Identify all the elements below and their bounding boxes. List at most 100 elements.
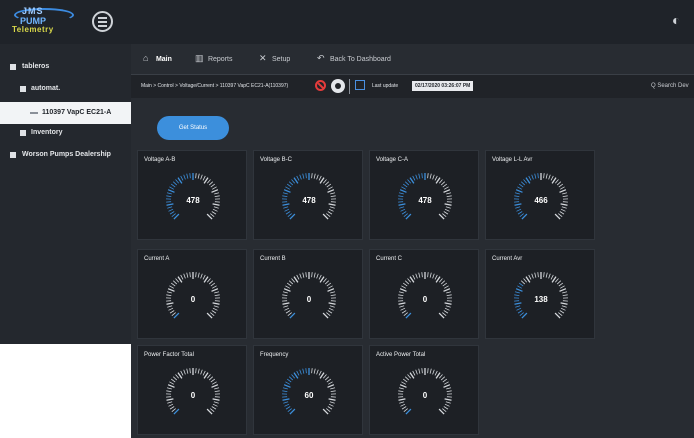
- gauge-tick: [210, 213, 215, 218]
- gauge-tick: [326, 408, 331, 413]
- gauge-value: 138: [534, 295, 548, 304]
- gauge-tick: [326, 378, 332, 383]
- gauge-tick: [329, 401, 335, 404]
- nav-reports[interactable]: ▥ Reports: [195, 53, 232, 64]
- gauge-tick: [211, 211, 217, 215]
- hamburger-icon[interactable]: [92, 11, 113, 32]
- gauge-tick: [443, 211, 449, 215]
- nav-setup[interactable]: ✕ Setup: [259, 53, 290, 64]
- gauge-tick: [169, 310, 175, 314]
- gauge-tick: [293, 372, 299, 379]
- gauge-tick: [282, 291, 288, 294]
- nav-back-label: Back To Dashboard: [329, 56, 391, 63]
- gauge-tick: [324, 376, 330, 381]
- gauge-tick: [305, 173, 307, 179]
- edit-icon[interactable]: [355, 80, 365, 90]
- gauge-tick: [202, 274, 206, 280]
- gauge-tick: [560, 208, 566, 212]
- gauge-tick: [214, 291, 220, 294]
- toggle-icon[interactable]: ◐: [672, 12, 690, 30]
- gauge-tick: [214, 390, 220, 392]
- gauge-title: Voltage B-C: [260, 157, 293, 163]
- gauge-value: 60: [305, 391, 314, 400]
- gauge-tick: [438, 278, 443, 283]
- gauge-tick: [537, 272, 539, 278]
- gauge-tick: [285, 381, 290, 385]
- gauge-tick: [328, 186, 333, 190]
- gauge-tick: [319, 177, 325, 184]
- gauge-tick: [444, 307, 450, 311]
- gauge-tick: [183, 369, 186, 375]
- gauge-dial: 466: [513, 173, 569, 220]
- nav-back-to-dashboard[interactable]: ↶ Back To Dashboard: [317, 53, 391, 64]
- gauge-tick: [558, 312, 563, 317]
- gauge-tick: [213, 206, 219, 209]
- gauge-tick: [166, 291, 172, 294]
- sidebar-item-automat[interactable]: automat.: [0, 78, 131, 100]
- gauge-tick: [401, 186, 406, 190]
- gauge-tick: [398, 390, 404, 392]
- gauge-tick: [435, 177, 441, 184]
- gauge-tick: [446, 387, 452, 390]
- gauge-value: 0: [191, 295, 196, 304]
- sidebar-item-worson-pumps[interactable]: Worson Pumps Dealership: [0, 144, 131, 166]
- gauge-tick: [412, 370, 416, 376]
- gauge-tick: [551, 276, 557, 283]
- gauge-tick: [328, 208, 334, 212]
- gauge-tick: [311, 173, 313, 179]
- gear-icon[interactable]: [331, 79, 345, 93]
- gauge-card: Current C 0: [369, 249, 479, 339]
- nav-main[interactable]: ⌂ Main: [143, 53, 172, 63]
- gauge-title: Current C: [376, 256, 403, 262]
- gauge-dial: 478: [281, 173, 337, 220]
- gauge-tick: [283, 206, 289, 209]
- gauge-tick: [514, 192, 520, 195]
- home-icon: ⌂: [143, 53, 149, 63]
- gauge-tick: [435, 276, 441, 283]
- gauge-tick: [189, 173, 191, 179]
- gauge-tick: [398, 302, 406, 305]
- gauge-tick: [440, 181, 446, 186]
- jms-pump-telemetry-logo[interactable]: JMS PUMP Telemetry: [12, 6, 80, 36]
- no-entry-icon[interactable]: [315, 80, 326, 91]
- sidebar-item-device[interactable]: 110397 VapC EC21-A: [0, 102, 131, 124]
- gauge-dial: 0: [281, 272, 337, 319]
- sidebar-item-tableros[interactable]: tableros: [0, 56, 131, 78]
- gauge-tick: [523, 278, 528, 283]
- gauge-tick: [531, 174, 534, 180]
- gauge-tick: [330, 291, 336, 294]
- gauge-tick: [534, 173, 537, 179]
- gauge-title: Power Factor Total: [144, 352, 194, 358]
- gauge-tick: [409, 177, 415, 184]
- gauge-tick: [208, 181, 214, 186]
- gauge-tick: [208, 280, 214, 285]
- gauge-tick: [172, 376, 178, 381]
- gauge-tick: [202, 370, 206, 376]
- gauge-tick: [399, 401, 405, 404]
- gauge-tick: [403, 312, 408, 317]
- gauge-tick: [432, 369, 435, 375]
- gauge-tick: [444, 403, 450, 407]
- gauge-tick: [328, 203, 336, 206]
- gauge-tick: [327, 189, 335, 193]
- gauge-tick: [560, 203, 568, 206]
- nav-bar: ⌂ Main ▥ Reports ✕ Setup ↶ Back To Dashb…: [131, 44, 694, 74]
- search-input[interactable]: Q Search Dev: [651, 83, 689, 89]
- list-icon: [10, 64, 16, 70]
- gauge-title: Voltage C-A: [376, 157, 409, 163]
- get-status-button[interactable]: Get Status: [157, 116, 229, 140]
- gauge-tick: [197, 272, 200, 278]
- gauge-tick: [206, 278, 211, 283]
- gauge-tick: [316, 174, 319, 180]
- gauge-tick: [562, 195, 568, 197]
- gauge-tick: [518, 282, 524, 287]
- gauge-tick: [561, 206, 567, 209]
- tools-icon: ✕: [259, 53, 267, 63]
- logo-line1: JMS: [22, 6, 44, 16]
- gauge-tick: [400, 307, 406, 311]
- gauge-tick: [443, 189, 451, 193]
- sidebar-item-label: Inventory: [31, 129, 63, 136]
- gauge-title: Voltage L-L Avr: [492, 157, 533, 163]
- gauge-tick: [398, 291, 404, 294]
- sidebar-item-inventory[interactable]: Inventory: [0, 122, 131, 144]
